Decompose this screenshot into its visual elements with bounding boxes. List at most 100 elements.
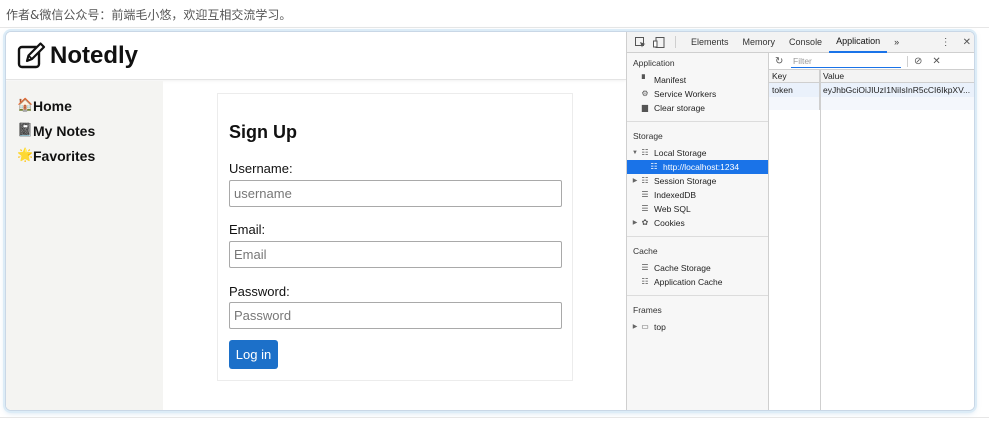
devtools-app-sidebar: Application ▘ Manifest ⚙ Service Workers… [627, 53, 769, 410]
tree-label: http://localhost:1234 [663, 162, 740, 172]
kebab-menu-icon[interactable]: ⋮ [941, 37, 951, 48]
house-icon: 🏠 [17, 98, 34, 113]
frame-icon: ▭ [641, 322, 649, 331]
signup-form: Sign Up Username: Email: Password: Log i… [217, 93, 573, 381]
storage-filter-bar: ↻ ⊘ ✕ [769, 53, 974, 70]
sidebar-item-localhost[interactable]: ☷ http://localhost:1234 [627, 160, 768, 174]
nav-label: Favorites [33, 147, 96, 164]
tab-application[interactable]: Application [829, 32, 888, 53]
refresh-icon[interactable]: ↻ [775, 56, 787, 67]
section-divider [627, 236, 768, 237]
bottom-divider [0, 417, 989, 418]
browser-window: Notedly 🏠 Home 📓 My Notes 🌟 Favorites Si… [5, 31, 975, 411]
article-caption: 作者&微信公众号：前端毛小悠，欢迎互相交流学习。 [6, 8, 292, 22]
tree-label: Session Storage [654, 176, 717, 186]
sidebar-item-web-sql[interactable]: ☰ Web SQL [627, 202, 768, 216]
section-title-storage: Storage [633, 131, 663, 141]
filter-input[interactable] [791, 54, 901, 68]
pencil-square-icon [17, 41, 46, 68]
email-input[interactable] [229, 241, 562, 268]
tab-console[interactable]: Console [782, 32, 829, 53]
password-input[interactable] [229, 302, 562, 329]
grid-icon: ☷ [641, 148, 649, 157]
notedly-app: Notedly 🏠 Home 📓 My Notes 🌟 Favorites Si… [6, 32, 626, 410]
empty-cell [769, 97, 820, 110]
tab-separator [675, 36, 676, 48]
section-title-application: Application [633, 58, 675, 68]
section-title-cache: Cache [633, 246, 658, 256]
tree-label: Clear storage [654, 103, 706, 113]
sidebar-item-manifest[interactable]: ▘ Manifest [627, 73, 768, 87]
sidebar-item-cache-storage[interactable]: ☰ Cache Storage [627, 261, 768, 275]
table-row-empty[interactable] [769, 97, 974, 110]
login-button[interactable]: Log in [229, 340, 278, 369]
username-input[interactable] [229, 180, 562, 207]
column-header-key[interactable]: Key [769, 70, 820, 82]
sidebar-item-application-cache[interactable]: ☷ Application Cache [627, 275, 768, 289]
grid-icon: ☷ [641, 176, 649, 185]
close-icon[interactable]: ✕ [963, 37, 971, 48]
nav-item-my-notes[interactable]: 📓 My Notes [6, 118, 163, 143]
column-header-value[interactable]: Value [820, 70, 974, 82]
tree-label: Manifest [654, 75, 687, 85]
tree-label: Cookies [654, 218, 685, 228]
expand-right-icon[interactable]: ▶ [631, 216, 639, 230]
star-icon: 🌟 [17, 148, 34, 163]
gear-icon: ⚙ [641, 89, 649, 98]
nav-item-favorites[interactable]: 🌟 Favorites [6, 143, 163, 168]
more-tabs-button[interactable]: » [887, 32, 906, 53]
username-label: Username: [229, 161, 293, 176]
tree-label: top [654, 322, 666, 332]
table-row[interactable]: token eyJhbGciOiJIUzI1NiIsInR5cCI6IkpXV.… [769, 83, 974, 97]
filter-separator [907, 55, 908, 67]
password-label: Password: [229, 284, 290, 299]
grid-icon: ☷ [641, 277, 649, 286]
nav-label: Home [33, 97, 72, 114]
sidebar-item-clear-storage[interactable]: ▆ Clear storage [627, 101, 768, 115]
nav-label: My Notes [33, 122, 96, 139]
database-icon: ☰ [641, 190, 649, 199]
clear-all-icon[interactable]: ⊘ [914, 56, 922, 67]
row-value: eyJhbGciOiJIUzI1NiIsInR5cCI6IkpXV... [823, 85, 971, 95]
section-divider [627, 121, 768, 122]
tree-label: Service Workers [654, 89, 717, 99]
grid-icon: ☷ [650, 162, 658, 171]
tree-label: Cache Storage [654, 263, 711, 273]
storage-table-panel: ↻ ⊘ ✕ Key Value token eyJhbGciOiJIUzI1Ni… [769, 53, 974, 410]
device-toggle-icon[interactable] [652, 36, 666, 48]
email-label: Email: [229, 222, 266, 237]
sidebar-item-session-storage[interactable]: ▶ ☷ Session Storage [627, 174, 768, 188]
devtools-controls: ⋮ ✕ [929, 32, 971, 53]
tree-label: Local Storage [654, 148, 707, 158]
trash-icon: ▆ [641, 103, 649, 112]
sidebar-item-frame-top[interactable]: ▶ ▭ top [627, 320, 768, 334]
tree-label: Application Cache [654, 277, 723, 287]
empty-cell [820, 97, 974, 110]
app-header: Notedly [6, 32, 626, 80]
expand-right-icon[interactable]: ▶ [631, 174, 639, 188]
inspect-element-icon[interactable] [633, 36, 647, 48]
expand-down-icon[interactable]: ▼ [631, 146, 639, 160]
sidebar-item-local-storage[interactable]: ▼ ☷ Local Storage [627, 146, 768, 160]
section-title-frames: Frames [633, 305, 662, 315]
file-icon: ▘ [641, 75, 649, 84]
sidebar-item-indexeddb[interactable]: ☰ IndexedDB [627, 188, 768, 202]
expand-right-icon[interactable]: ▶ [631, 320, 639, 334]
app-logo-text[interactable]: Notedly [50, 42, 138, 70]
column-divider [820, 70, 821, 410]
form-title: Sign Up [229, 122, 297, 142]
sidebar-item-cookies[interactable]: ▶ ✿ Cookies [627, 216, 768, 230]
tab-elements[interactable]: Elements [684, 32, 736, 53]
app-sidebar-nav: 🏠 Home 📓 My Notes 🌟 Favorites [6, 81, 163, 410]
section-divider [627, 295, 768, 296]
nav-item-home[interactable]: 🏠 Home [6, 93, 163, 118]
cookie-icon: ✿ [641, 218, 649, 227]
devtools-tabbar: Elements Memory Console Application » ⋮ … [627, 32, 974, 53]
tab-memory[interactable]: Memory [736, 32, 783, 53]
database-icon: ☰ [641, 263, 649, 272]
sidebar-item-service-workers[interactable]: ⚙ Service Workers [627, 87, 768, 101]
tree-label: IndexedDB [654, 190, 697, 200]
delete-selected-icon[interactable]: ✕ [932, 56, 940, 67]
devtools-panel: Elements Memory Console Application » ⋮ … [626, 32, 974, 410]
tree-label: Web SQL [654, 204, 691, 214]
